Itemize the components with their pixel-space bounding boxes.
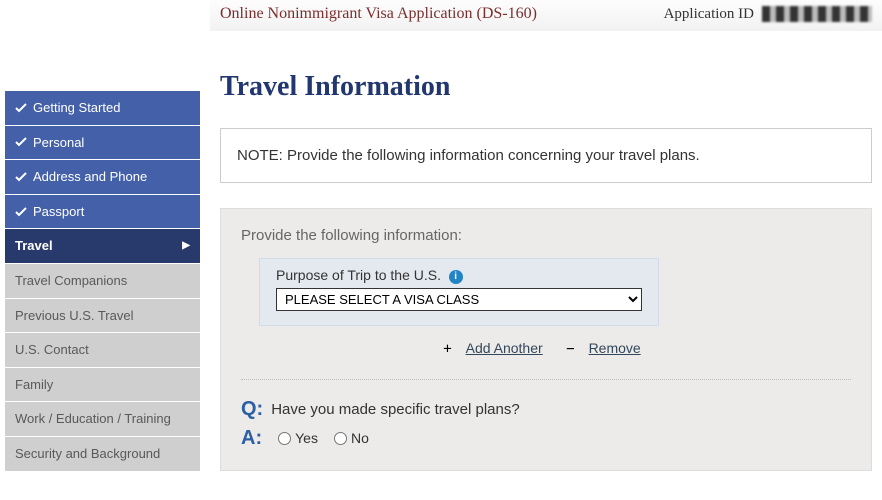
- sidebar-item-label: Previous U.S. Travel: [15, 308, 134, 324]
- sidebar-item-label: Address and Phone: [33, 169, 147, 185]
- app-header: Online Nonimmigrant Visa Application (DS…: [210, 0, 882, 31]
- sidebar-item-passport[interactable]: Passport: [5, 195, 200, 230]
- page-title: Travel Information: [220, 71, 872, 103]
- check-icon: [15, 206, 27, 218]
- application-id-block: Application ID: [664, 6, 872, 23]
- travel-plans-yes-radio[interactable]: [278, 432, 291, 445]
- info-icon[interactable]: i: [449, 270, 463, 284]
- sidebar-item-label: Getting Started: [33, 100, 120, 116]
- yes-label: Yes: [295, 430, 318, 446]
- remove-link[interactable]: Remove: [589, 340, 641, 356]
- sidebar-item-travel[interactable]: Travel ▶: [5, 229, 200, 264]
- sidebar-item-security-background[interactable]: Security and Background: [5, 437, 200, 472]
- purpose-of-trip-field: Purpose of Trip to the U.S. i PLEASE SEL…: [259, 258, 659, 326]
- travel-plans-yes-option[interactable]: Yes: [278, 430, 318, 446]
- question-prefix: Q:: [241, 398, 263, 421]
- app-title: Online Nonimmigrant Visa Application (DS…: [220, 5, 537, 23]
- sidebar-item-personal[interactable]: Personal: [5, 126, 200, 161]
- check-icon: [15, 136, 27, 148]
- answer-row: A: Yes No: [241, 427, 851, 450]
- chevron-right-icon: ▶: [182, 240, 190, 252]
- sidebar-item-label: Personal: [33, 135, 84, 151]
- sidebar-item-address-phone[interactable]: Address and Phone: [5, 160, 200, 195]
- travel-form-panel: Provide the following information: Purpo…: [220, 208, 872, 471]
- sidebar-item-label: Passport: [33, 204, 84, 220]
- sidebar-item-previous-us-travel[interactable]: Previous U.S. Travel: [5, 299, 200, 334]
- purpose-of-trip-label: Purpose of Trip to the U.S.: [276, 267, 441, 283]
- sidebar-item-family[interactable]: Family: [5, 368, 200, 403]
- instruction-note: NOTE: Provide the following information …: [220, 128, 872, 183]
- sidebar-item-label: Family: [15, 377, 53, 393]
- sidebar-item-travel-companions[interactable]: Travel Companions: [5, 264, 200, 299]
- sidebar-item-label: Travel: [15, 238, 53, 254]
- application-id-value-redacted: [762, 6, 872, 22]
- visa-class-select[interactable]: PLEASE SELECT A VISA CLASS: [276, 288, 642, 311]
- travel-plans-no-radio[interactable]: [334, 432, 347, 445]
- form-intro-text: Provide the following information:: [241, 227, 851, 244]
- sidebar-nav: Getting Started Personal Address and Pho…: [5, 91, 200, 491]
- add-remove-row: + Add Another − Remove: [241, 340, 851, 357]
- section-divider: [241, 379, 851, 380]
- add-another-link[interactable]: Add Another: [466, 340, 543, 356]
- answer-prefix: A:: [241, 427, 262, 450]
- sidebar-item-us-contact[interactable]: U.S. Contact: [5, 333, 200, 368]
- sidebar-item-label: Work / Education / Training: [15, 411, 171, 427]
- travel-plans-no-option[interactable]: No: [334, 430, 369, 446]
- sidebar-item-label: Security and Background: [15, 446, 160, 462]
- plus-icon: +: [443, 341, 451, 357]
- sidebar-item-label: Travel Companions: [15, 273, 127, 289]
- sidebar-item-label: U.S. Contact: [15, 342, 89, 358]
- no-label: No: [351, 430, 369, 446]
- sidebar-item-work-education-training[interactable]: Work / Education / Training: [5, 402, 200, 437]
- question-row: Q: Have you made specific travel plans?: [241, 398, 851, 421]
- application-id-label: Application ID: [664, 6, 754, 23]
- question-text: Have you made specific travel plans?: [271, 401, 519, 418]
- sidebar-item-getting-started[interactable]: Getting Started: [5, 91, 200, 126]
- minus-icon: −: [566, 341, 574, 357]
- check-icon: [15, 102, 27, 114]
- main-content: Travel Information NOTE: Provide the fol…: [200, 31, 882, 491]
- check-icon: [15, 171, 27, 183]
